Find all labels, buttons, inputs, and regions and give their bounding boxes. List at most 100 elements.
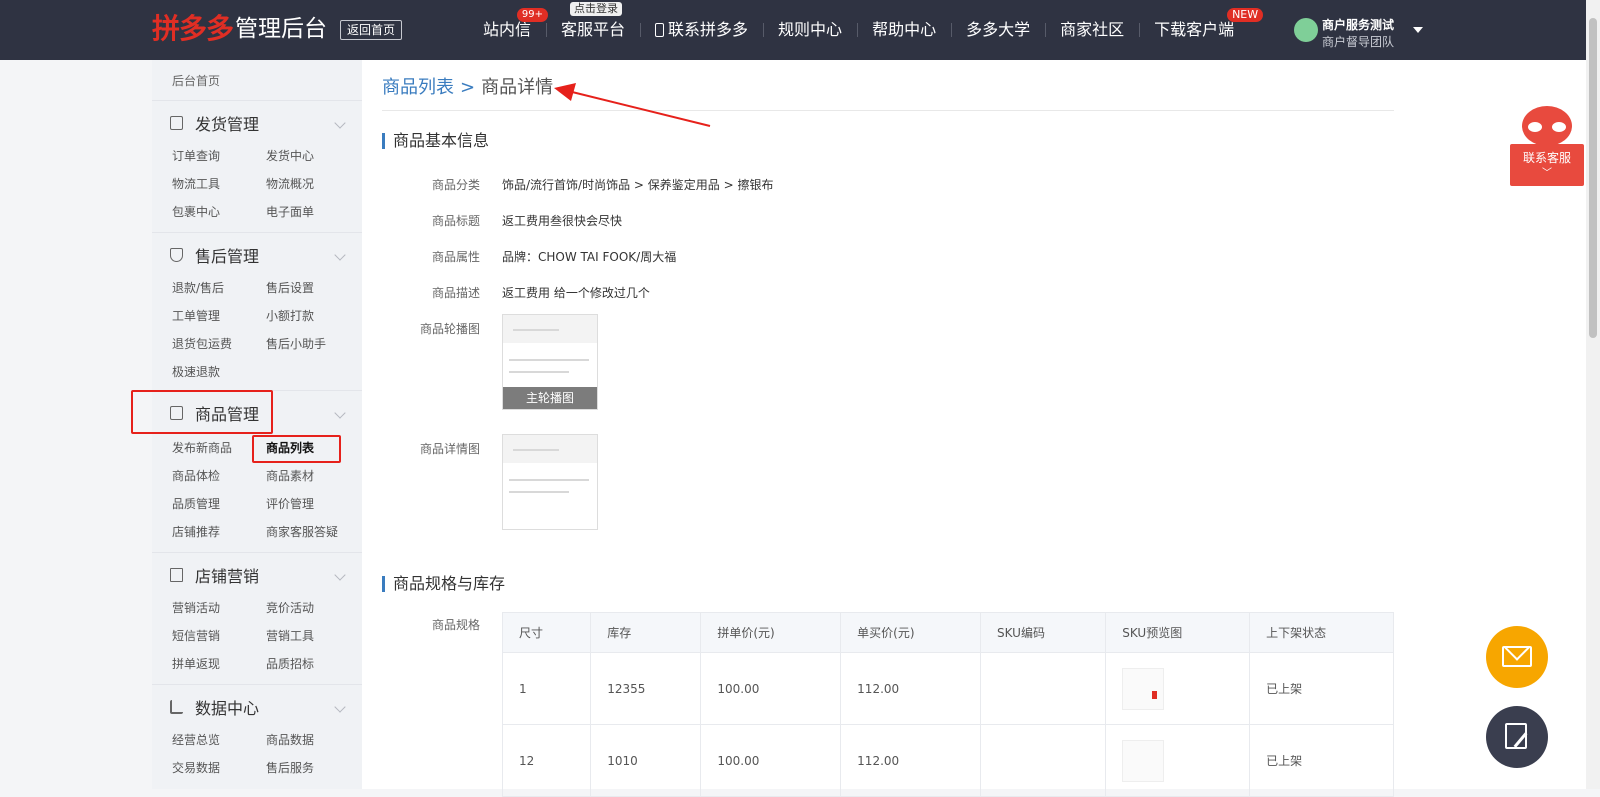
logo-brand: 拼多多: [152, 12, 234, 45]
thumbnail-preview: [513, 329, 559, 331]
table-header: 拼单价(元): [700, 612, 842, 653]
sidebar-item[interactable]: 物流概况: [266, 175, 314, 192]
mascot-eye: [1528, 122, 1542, 132]
field-label: 商品轮播图: [419, 322, 480, 336]
sidebar-item[interactable]: 营销活动: [172, 599, 220, 616]
field-value-category: 饰品/流行首饰/时尚饰品 > 保养鉴定用品 > 擦银布: [502, 178, 774, 192]
mascot-eye: [1552, 122, 1566, 132]
sidebar-item[interactable]: 退货包运费: [172, 335, 232, 352]
sidebar-item[interactable]: 交易数据: [172, 759, 220, 776]
table-cell: 已上架: [1249, 652, 1394, 725]
breadcrumb-current: 商品详情: [481, 77, 554, 98]
nav-rules[interactable]: 规则中心: [763, 20, 857, 40]
sidebar-item[interactable]: 售后小助手: [266, 335, 326, 352]
avatar[interactable]: [1294, 18, 1318, 42]
highlight-goods-list: [252, 435, 341, 463]
chevron-down-icon: ﹀: [1542, 168, 1552, 179]
table-cell: [979, 652, 1107, 725]
field-label: 商品属性: [431, 250, 480, 264]
section-title-spec: 商品规格与库存: [382, 576, 505, 592]
arrow-head: [554, 83, 576, 101]
field-label: 商品标题: [431, 214, 480, 228]
sidebar-item[interactable]: 售后服务: [266, 759, 314, 776]
sku-table: 尺寸 库存 拼单价(元) 单买价(元) SKU编码 SKU预览图 上下架状态 1…: [501, 612, 1394, 797]
nav-community[interactable]: 商家社区: [1045, 20, 1139, 40]
section-title-basic-info: 商品基本信息: [382, 133, 489, 149]
table-row: 1 12355 100.00 112.00 已上架: [501, 652, 1394, 725]
sku-preview-image[interactable]: [1122, 667, 1165, 710]
sidebar-item[interactable]: 工单管理: [172, 307, 220, 324]
customer-service-widget[interactable]: 联系客服 ﹀: [1510, 98, 1584, 188]
logo[interactable]: 拼多多 管理后台: [152, 12, 327, 46]
sidebar-item[interactable]: 订单查询: [172, 147, 220, 164]
breadcrumb-parent[interactable]: 商品列表: [382, 77, 454, 98]
chevron-down-icon[interactable]: [334, 701, 346, 713]
top-bar: 拼多多 管理后台 返回首页 站内信 99+ 点击登录 客服平台 联系拼多多 规则…: [0, 0, 1600, 60]
chevron-down-icon[interactable]: [1413, 27, 1423, 33]
sidebar-item[interactable]: 包裹中心: [172, 203, 220, 220]
field-label: 商品分类: [431, 178, 480, 192]
scrollbar-thumb[interactable]: [1589, 18, 1597, 338]
scrollbar[interactable]: [1586, 0, 1600, 789]
sidebar-item[interactable]: 品质招标: [266, 655, 314, 672]
carousel-thumbnail[interactable]: 主轮播图: [502, 314, 598, 410]
sidebar-item-home[interactable]: 后台首页: [172, 72, 220, 89]
login-tip[interactable]: 点击登录: [570, 2, 623, 16]
sidebar-item[interactable]: 发布新商品: [172, 439, 232, 456]
sidebar-item[interactable]: 商品体检: [172, 467, 220, 484]
sidebar-item[interactable]: 退款/售后: [172, 279, 224, 296]
sidebar-section-title[interactable]: 店铺营销: [170, 563, 259, 587]
detail-thumbnail[interactable]: [502, 434, 598, 530]
sidebar-item[interactable]: 电子面单: [266, 203, 314, 220]
table-cell: 100.00: [700, 724, 842, 797]
sidebar-section-title[interactable]: 售后管理: [170, 243, 259, 267]
sidebar-item[interactable]: 经营总览: [172, 731, 220, 748]
sidebar-section-title[interactable]: 数据中心: [170, 695, 259, 719]
sku-preview-image[interactable]: [1122, 739, 1165, 782]
sidebar-item[interactable]: 拼单返现: [172, 655, 220, 672]
user-name[interactable]: 商户服务测试: [1322, 16, 1394, 33]
sidebar-item[interactable]: 品质管理: [172, 495, 220, 512]
field-value-attribute: 品牌：CHOW TAI FOOK/周大福: [502, 250, 677, 264]
feedback-button[interactable]: [1486, 706, 1548, 768]
sidebar-item[interactable]: 商品素材: [266, 467, 314, 484]
sidebar-item[interactable]: 评价管理: [266, 495, 314, 512]
sidebar-item[interactable]: 商品数据: [266, 731, 314, 748]
chevron-down-icon[interactable]: [334, 117, 346, 129]
nav-download[interactable]: 下载客户端 NEW: [1139, 8, 1264, 40]
table-cell: [979, 724, 1107, 797]
messages-badge: 99+: [516, 8, 549, 22]
sidebar-item[interactable]: 物流工具: [172, 175, 220, 192]
nav-contact[interactable]: 联系拼多多: [640, 20, 763, 40]
table-header-row: 尺寸 库存 拼单价(元) 单买价(元) SKU编码 SKU预览图 上下架状态: [501, 612, 1394, 653]
sidebar-item[interactable]: 短信营销: [172, 627, 220, 644]
sidebar-item[interactable]: 店铺推荐: [172, 523, 220, 540]
sidebar-item[interactable]: 发货中心: [266, 147, 314, 164]
table-cell: 112.00: [840, 652, 981, 725]
nav-service-platform[interactable]: 点击登录 客服平台: [546, 2, 640, 40]
field-label: 商品规格: [431, 618, 480, 632]
nav-help[interactable]: 帮助中心: [857, 20, 951, 40]
chevron-down-icon[interactable]: [334, 407, 346, 419]
contact-service-button[interactable]: 联系客服 ﹀: [1510, 144, 1584, 186]
nav-university[interactable]: 多多大学: [951, 20, 1045, 40]
sidebar-item[interactable]: 极速退款: [172, 363, 220, 380]
back-home-button[interactable]: 返回首页: [340, 20, 403, 40]
mail-button[interactable]: [1486, 626, 1548, 688]
sidebar-item[interactable]: 小额打款: [266, 307, 314, 324]
table-cell: 已上架: [1249, 724, 1394, 797]
chevron-down-icon[interactable]: [334, 249, 346, 261]
sidebar-item[interactable]: 营销工具: [266, 627, 314, 644]
section-title-text: 数据中心: [195, 699, 260, 718]
table-header: SKU预览图: [1105, 612, 1251, 653]
table-cell: [1105, 724, 1251, 797]
sidebar-item[interactable]: 竞价活动: [266, 599, 314, 616]
sidebar-section-title[interactable]: 发货管理: [170, 111, 259, 135]
chevron-down-icon[interactable]: [334, 569, 346, 581]
arrow-line: [563, 89, 711, 127]
table-cell: 1: [501, 652, 592, 725]
sidebar-item[interactable]: 售后设置: [266, 279, 314, 296]
bar-chart-icon: [170, 700, 183, 714]
sidebar-item[interactable]: 商家客服答疑: [266, 523, 338, 540]
nav-messages[interactable]: 站内信 99+: [468, 8, 549, 40]
